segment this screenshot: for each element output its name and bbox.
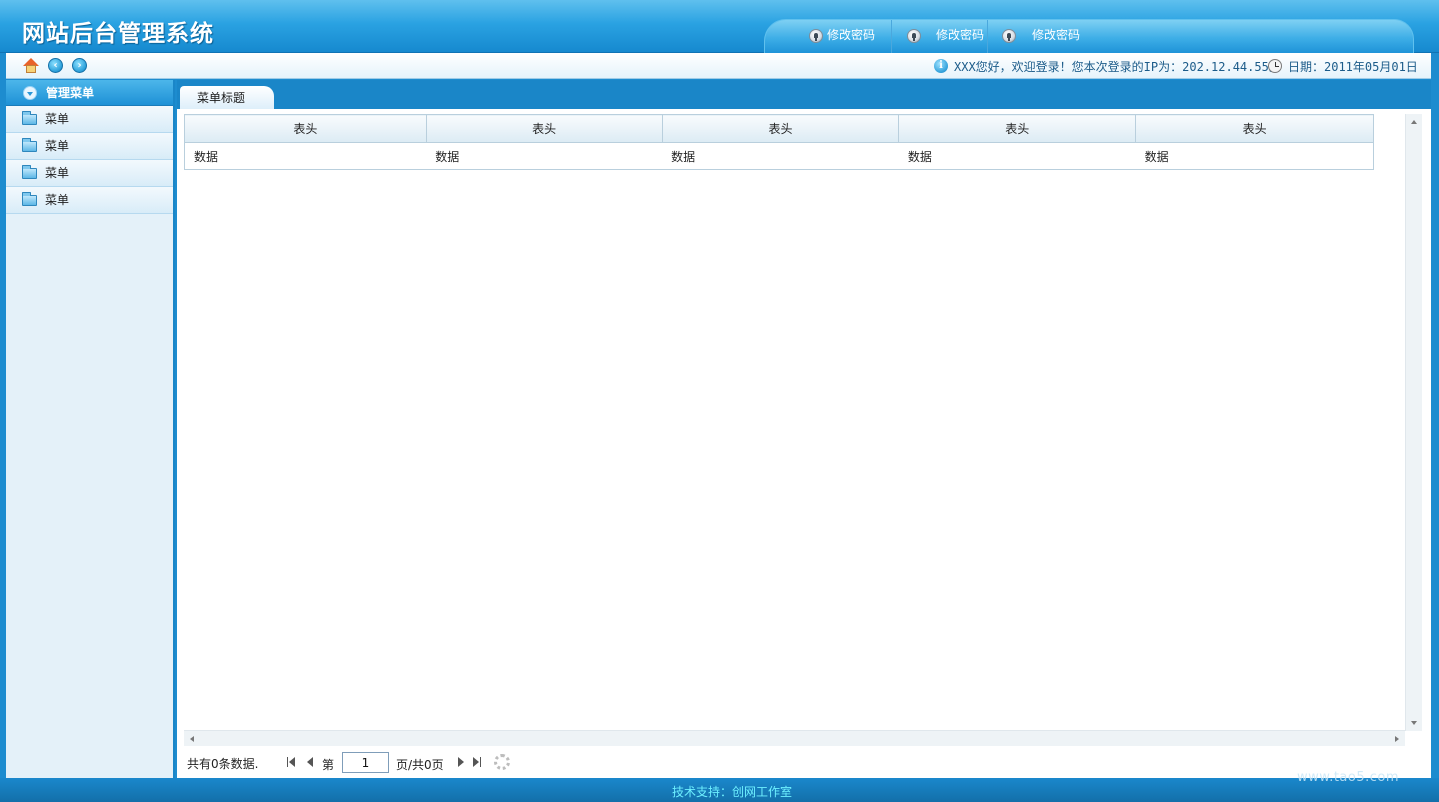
main-content: 菜单标题 表头 表头 表头 表头 表头 数据 数据 数据 数据 数据 共有0条数… (177, 80, 1431, 778)
data-table: 表头 表头 表头 表头 表头 数据 数据 数据 数据 数据 (184, 114, 1374, 170)
vertical-scrollbar[interactable] (1405, 114, 1422, 731)
lock-icon (907, 29, 921, 43)
scroll-right-icon[interactable] (1395, 736, 1399, 742)
home-icon[interactable] (23, 58, 39, 74)
total-records: 共有0条数据. (187, 757, 259, 771)
folder-icon (22, 192, 37, 206)
sidebar-item-label: 菜单 (45, 139, 70, 153)
folder-icon (22, 165, 37, 179)
tech-support-text: 技术支持：创网工作室 (672, 785, 793, 799)
nav-change-password-3[interactable]: 修改密码 (988, 20, 1084, 53)
scroll-up-icon[interactable] (1411, 120, 1417, 124)
scroll-left-icon[interactable] (190, 736, 194, 742)
data-grid: 表头 表头 表头 表头 表头 数据 数据 数据 数据 数据 (184, 114, 1405, 725)
nav-change-password-1[interactable]: 修改密码 (783, 20, 892, 53)
tab-menu-title[interactable]: 菜单标题 (180, 86, 274, 110)
nav-label: 修改密码 (1032, 28, 1081, 42)
sidebar-item-label: 菜单 (45, 112, 70, 126)
refresh-icon[interactable] (494, 754, 510, 770)
table-row[interactable]: 数据 数据 数据 数据 数据 (184, 142, 1374, 170)
folder-icon (22, 138, 37, 152)
sidebar-header[interactable]: 管理菜单 (6, 80, 173, 106)
first-page-icon[interactable] (287, 757, 297, 767)
lock-icon (809, 29, 823, 43)
sidebar-item-label: 菜单 (45, 193, 70, 207)
last-page-icon[interactable] (473, 757, 483, 767)
table-cell: 数据 (1135, 142, 1374, 170)
page-number-input[interactable] (342, 752, 389, 773)
column-header[interactable]: 表头 (425, 114, 663, 143)
info-icon: i (934, 59, 948, 73)
column-header[interactable]: 表头 (184, 114, 427, 143)
table-cell: 数据 (898, 142, 1136, 170)
clock-icon (1268, 59, 1282, 73)
sidebar-item[interactable]: 菜单 (6, 160, 173, 187)
sidebar-item-label: 菜单 (45, 166, 70, 180)
back-icon[interactable]: ‹ (48, 58, 63, 73)
current-date: 日期：2011年05月01日 (1288, 60, 1418, 74)
next-page-icon[interactable] (456, 757, 466, 767)
sidebar-item[interactable]: 菜单 (6, 106, 173, 133)
table-cell: 数据 (184, 142, 427, 170)
welcome-message: XXX您好，欢迎登录！您本次登录的IP为：202.12.44.55。 (954, 60, 1281, 74)
app-title: 网站后台管理系统 (22, 20, 214, 47)
chevron-down-icon (23, 86, 37, 100)
lock-icon (1002, 29, 1016, 43)
nav-change-password-2[interactable]: 修改密码 (892, 20, 988, 53)
footer: 技术支持：创网工作室 www.tao5.com (0, 770, 1439, 802)
toolbar: ‹ › i XXX您好，欢迎登录！您本次登录的IP为：202.12.44.55。… (6, 53, 1431, 79)
top-nav: 修改密码 修改密码 修改密码 (764, 19, 1414, 53)
page-prefix-label: 第 (322, 758, 335, 772)
sidebar-title: 管理菜单 (46, 86, 95, 100)
nav-label: 修改密码 (936, 28, 985, 42)
column-header[interactable]: 表头 (898, 114, 1137, 143)
horizontal-scrollbar[interactable] (184, 730, 1405, 746)
column-header[interactable]: 表头 (661, 114, 900, 143)
table-cell: 数据 (662, 142, 899, 170)
page-count-label: 页/共0页 (396, 758, 444, 772)
table-cell: 数据 (426, 142, 663, 170)
header: 网站后台管理系统 修改密码 修改密码 修改密码 (0, 0, 1439, 53)
table-header-row: 表头 表头 表头 表头 表头 (184, 114, 1374, 143)
sidebar-item[interactable]: 菜单 (6, 133, 173, 160)
sidebar: 管理菜单 菜单 菜单 菜单 菜单 (6, 80, 175, 778)
prev-page-icon[interactable] (306, 757, 316, 767)
sidebar-item[interactable]: 菜单 (6, 187, 173, 214)
pagination: 共有0条数据. 第 页/共0页 (184, 750, 1424, 774)
watermark: www.tao5.com (1297, 770, 1400, 785)
content-panel: 表头 表头 表头 表头 表头 数据 数据 数据 数据 数据 共有0条数据. 第 … (177, 109, 1431, 778)
forward-icon[interactable]: › (72, 58, 87, 73)
scroll-down-icon[interactable] (1411, 721, 1417, 725)
nav-label: 修改密码 (827, 28, 876, 42)
column-header[interactable]: 表头 (1135, 114, 1374, 143)
folder-icon (22, 111, 37, 125)
